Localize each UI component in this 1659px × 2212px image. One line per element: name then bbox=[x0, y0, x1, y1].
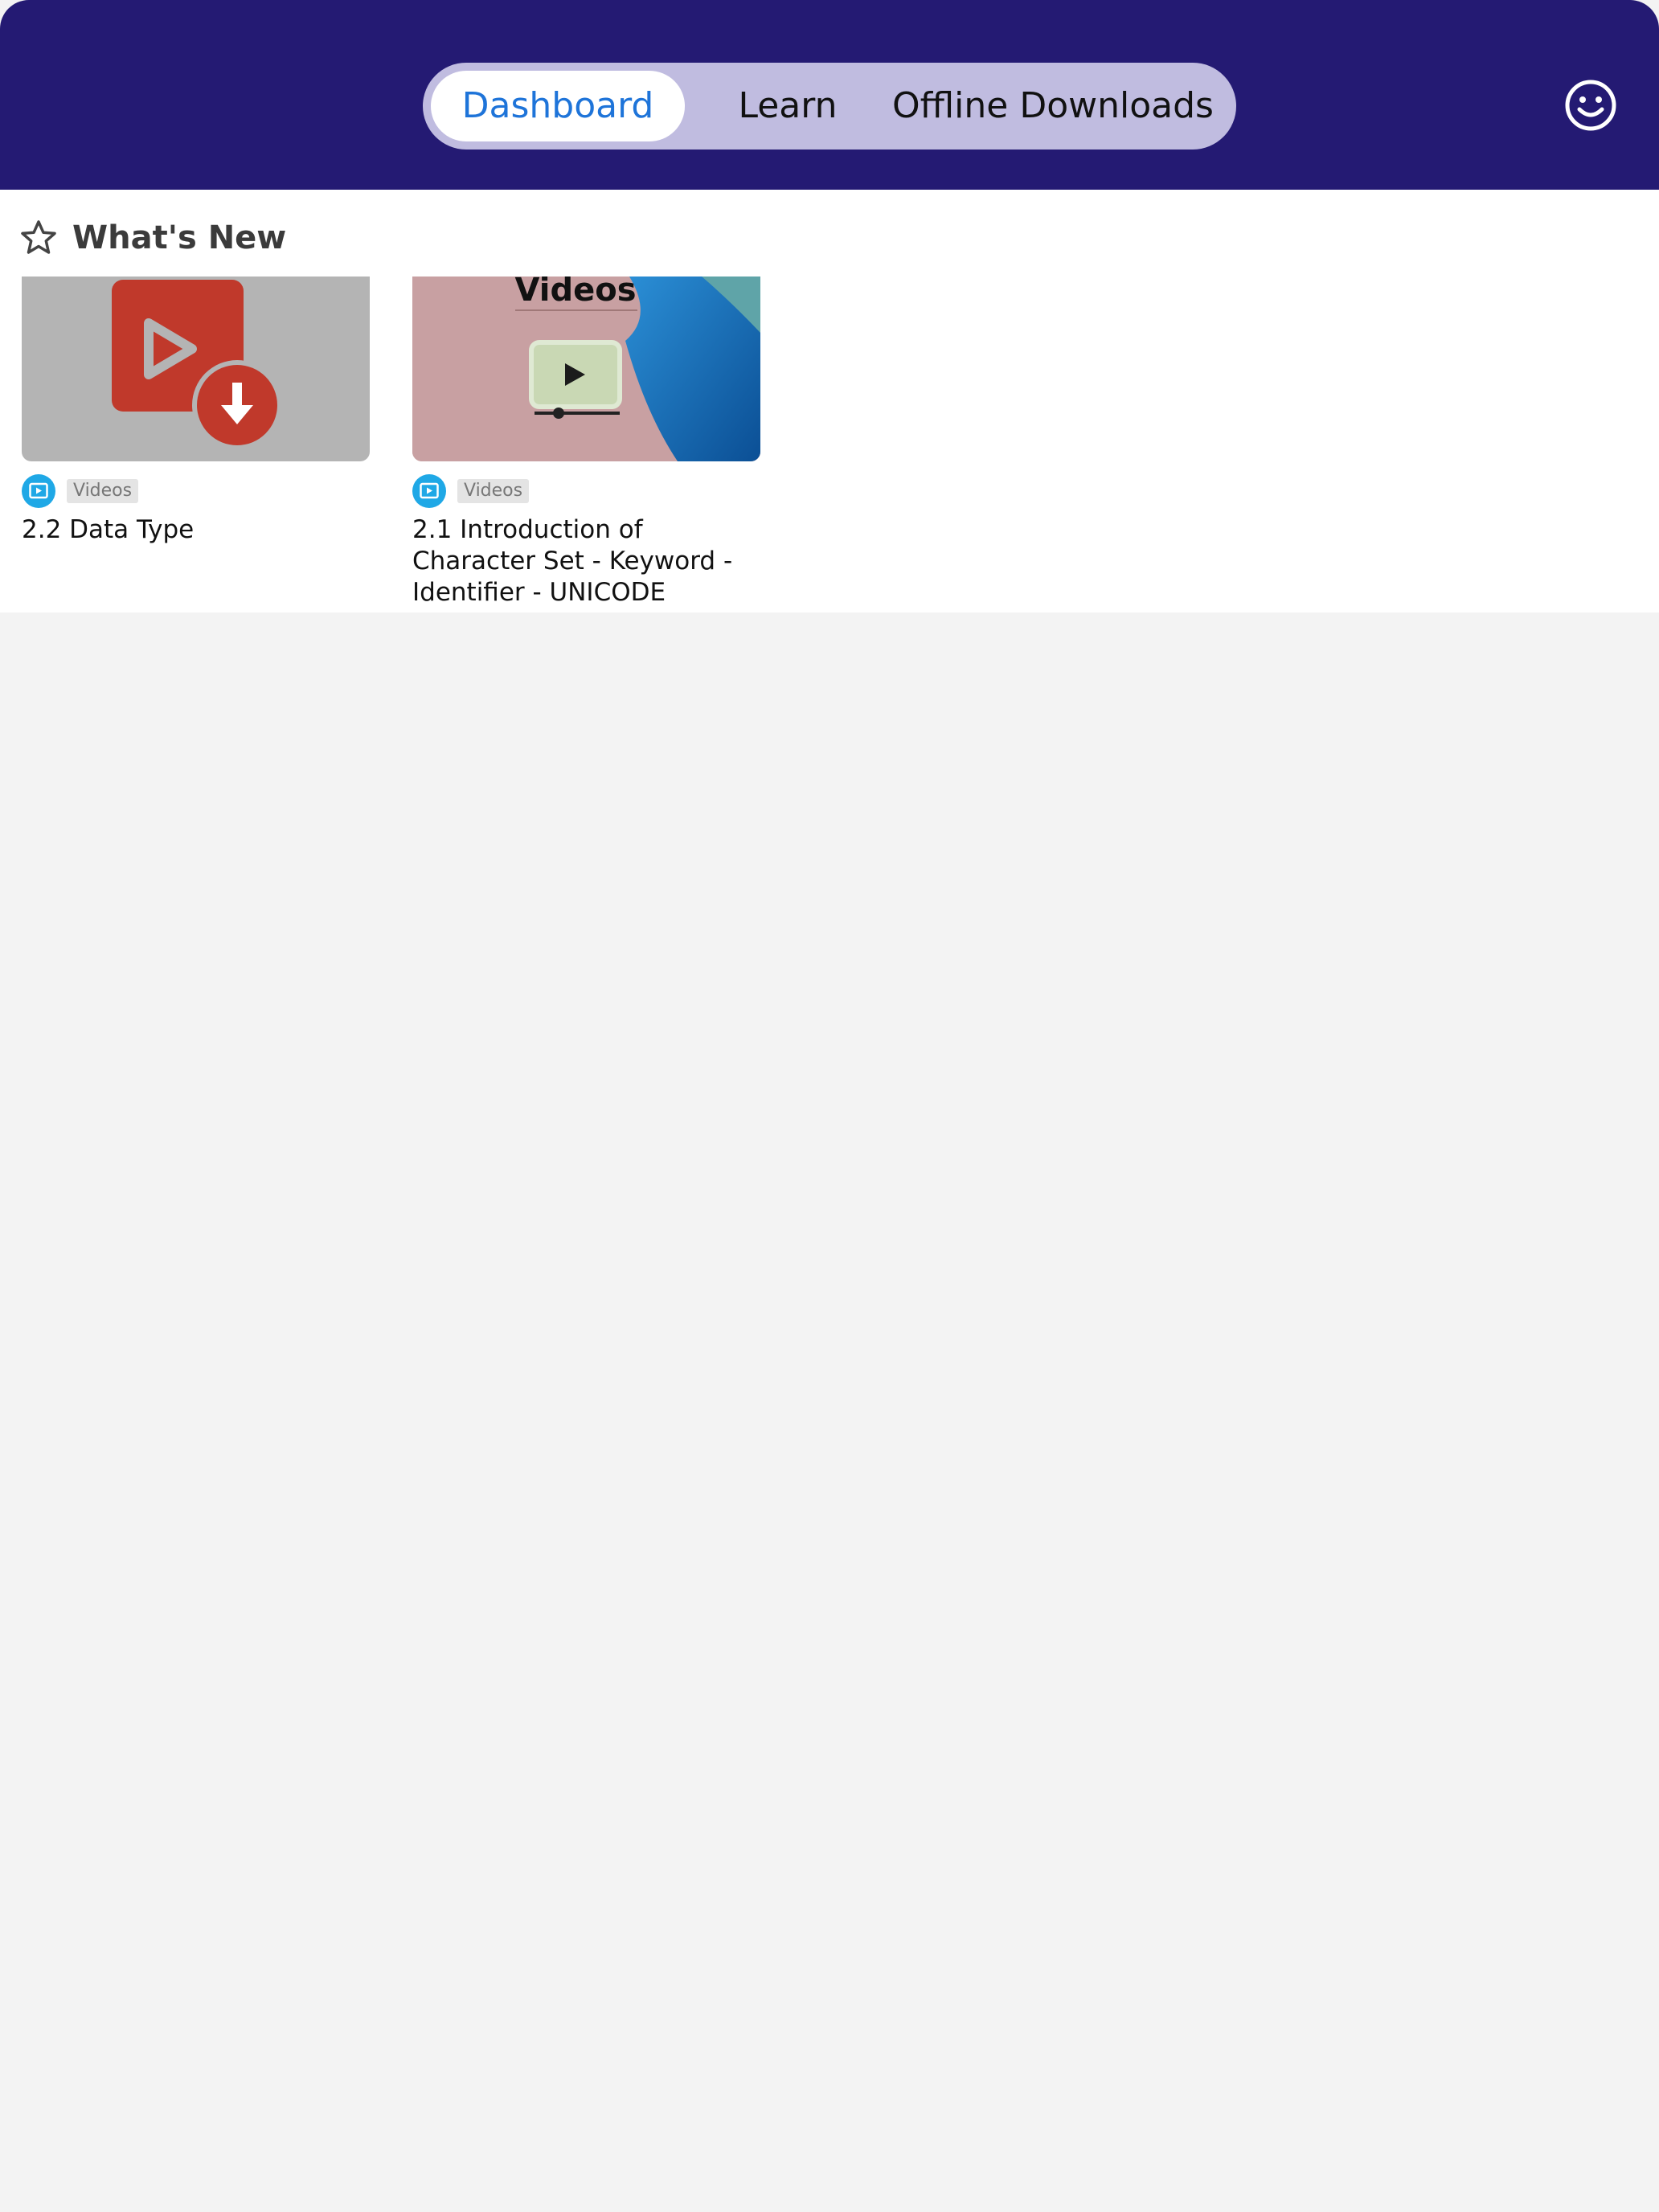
tab-offline-downloads[interactable]: Offline Downloads bbox=[879, 71, 1227, 141]
content-type-badge: Videos bbox=[67, 479, 139, 503]
content-type-badge: Videos bbox=[457, 479, 530, 503]
tab-learn[interactable]: Learn bbox=[696, 71, 879, 141]
section-header: What's New bbox=[19, 214, 286, 262]
card-title[interactable]: 2.2 Data Type bbox=[22, 514, 370, 546]
card-title[interactable]: 2.1 Introduction of Character Set - Keyw… bbox=[412, 514, 760, 608]
profile-button[interactable] bbox=[1564, 79, 1617, 132]
section-title: What's New bbox=[72, 219, 287, 256]
smiley-face-icon bbox=[1565, 80, 1616, 131]
video-player-icon: Videos bbox=[412, 276, 760, 461]
thumbnail-videos-text: Videos bbox=[514, 276, 636, 309]
star-outline-icon bbox=[21, 220, 56, 254]
content-card[interactable]: Videos Videos 2.1 Introduction of Charac… bbox=[412, 276, 760, 608]
video-download-icon bbox=[112, 280, 282, 450]
top-navigation-bar: Dashboard Learn Offline Downloads bbox=[0, 0, 1659, 190]
video-type-icon bbox=[22, 474, 55, 508]
content-card[interactable]: Videos 2.2 Data Type bbox=[22, 276, 370, 546]
card-meta: Videos bbox=[412, 474, 760, 508]
card-meta: Videos bbox=[22, 474, 370, 508]
video-thumbnail[interactable] bbox=[22, 276, 370, 461]
app-window: Dashboard Learn Offline Downloads What's… bbox=[0, 0, 1659, 2212]
main-tab-switcher: Dashboard Learn Offline Downloads bbox=[423, 63, 1236, 150]
whats-new-section: What's New Videos 2.2 Data Type Videos V… bbox=[0, 190, 1659, 612]
video-type-icon bbox=[412, 474, 446, 508]
tab-dashboard[interactable]: Dashboard bbox=[431, 71, 685, 141]
video-thumbnail[interactable]: Videos bbox=[412, 276, 760, 461]
